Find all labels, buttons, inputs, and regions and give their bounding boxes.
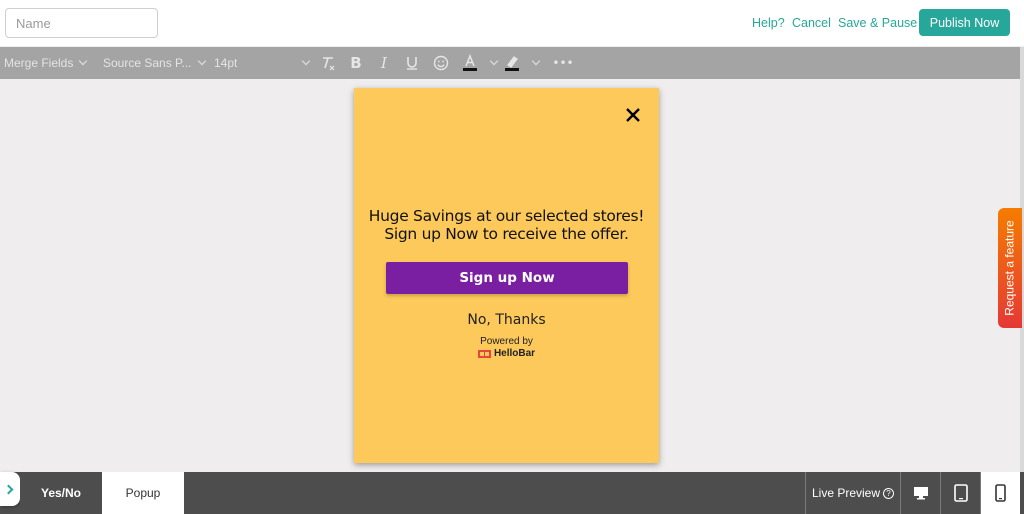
- chevron-down-icon: [531, 56, 541, 66]
- request-feature-label: Request a feature: [1003, 220, 1017, 316]
- tablet-icon: [953, 484, 968, 502]
- publish-now-button[interactable]: Publish Now: [919, 9, 1010, 36]
- bold-icon[interactable]: B: [346, 47, 366, 79]
- font-size-label: 14pt: [214, 56, 238, 70]
- highlight-color-icon[interactable]: [502, 47, 522, 79]
- help-link[interactable]: Help?: [752, 16, 785, 30]
- chevron-right-icon: [3, 484, 14, 494]
- name-input[interactable]: [5, 8, 158, 38]
- top-bar: Help? Cancel Save & Pause Publish Now: [0, 0, 1024, 46]
- font-family-dropdown[interactable]: Source Sans P...: [103, 47, 206, 79]
- question-icon: ?: [883, 487, 895, 499]
- highlight-color-chevron[interactable]: [526, 47, 541, 79]
- merge-fields-label: Merge Fields: [4, 56, 74, 70]
- font-size-dropdown[interactable]: 14pt: [214, 47, 237, 79]
- hellobar-brand: HelloBar: [354, 348, 659, 359]
- clear-format-icon[interactable]: [318, 47, 338, 79]
- popup-preview[interactable]: Huge Savings at our selected stores! Sig…: [354, 88, 659, 463]
- chevron-down-icon: [197, 56, 206, 66]
- popup-headline[interactable]: Huge Savings at our selected stores! Sig…: [364, 207, 649, 243]
- editor-toolbar: Merge Fields Source Sans P... 14pt B I •…: [0, 47, 1020, 79]
- tab-yes-no[interactable]: Yes/No: [20, 472, 102, 514]
- font-size-chevron[interactable]: [296, 47, 311, 79]
- expand-sidebar-button[interactable]: [0, 472, 20, 506]
- sign-up-button[interactable]: Sign up Now: [386, 262, 628, 294]
- save-pause-link[interactable]: Save & Pause: [838, 16, 917, 30]
- request-feature-tab[interactable]: Request a feature: [998, 208, 1022, 328]
- powered-by-label: Powered by: [480, 336, 533, 347]
- underline-icon[interactable]: [402, 47, 422, 79]
- font-family-label: Source Sans P...: [103, 56, 192, 70]
- text-color-icon[interactable]: [460, 47, 480, 79]
- chevron-down-icon: [79, 56, 88, 66]
- live-preview-button[interactable]: Live Preview ?: [805, 472, 900, 514]
- italic-icon[interactable]: I: [374, 47, 394, 79]
- brand-name: HelloBar: [493, 348, 536, 359]
- close-icon[interactable]: [623, 105, 643, 125]
- chevron-down-icon: [301, 56, 311, 66]
- chevron-down-icon: [489, 56, 499, 66]
- desktop-icon: [913, 487, 928, 500]
- no-thanks-link[interactable]: No, Thanks: [354, 312, 659, 328]
- tab-popup[interactable]: Popup: [102, 472, 184, 514]
- merge-fields-dropdown[interactable]: Merge Fields: [4, 47, 88, 79]
- hellobar-logo-icon: [477, 349, 491, 358]
- cancel-link[interactable]: Cancel: [792, 16, 831, 30]
- emoji-icon[interactable]: [431, 47, 451, 79]
- mobile-icon: [995, 484, 1006, 502]
- text-color-chevron[interactable]: [484, 47, 499, 79]
- desktop-view-button[interactable]: [900, 472, 940, 514]
- tablet-view-button[interactable]: [940, 472, 980, 514]
- more-icon[interactable]: •••: [552, 47, 574, 79]
- mobile-view-button[interactable]: [980, 472, 1020, 514]
- live-preview-label: Live Preview: [811, 486, 881, 500]
